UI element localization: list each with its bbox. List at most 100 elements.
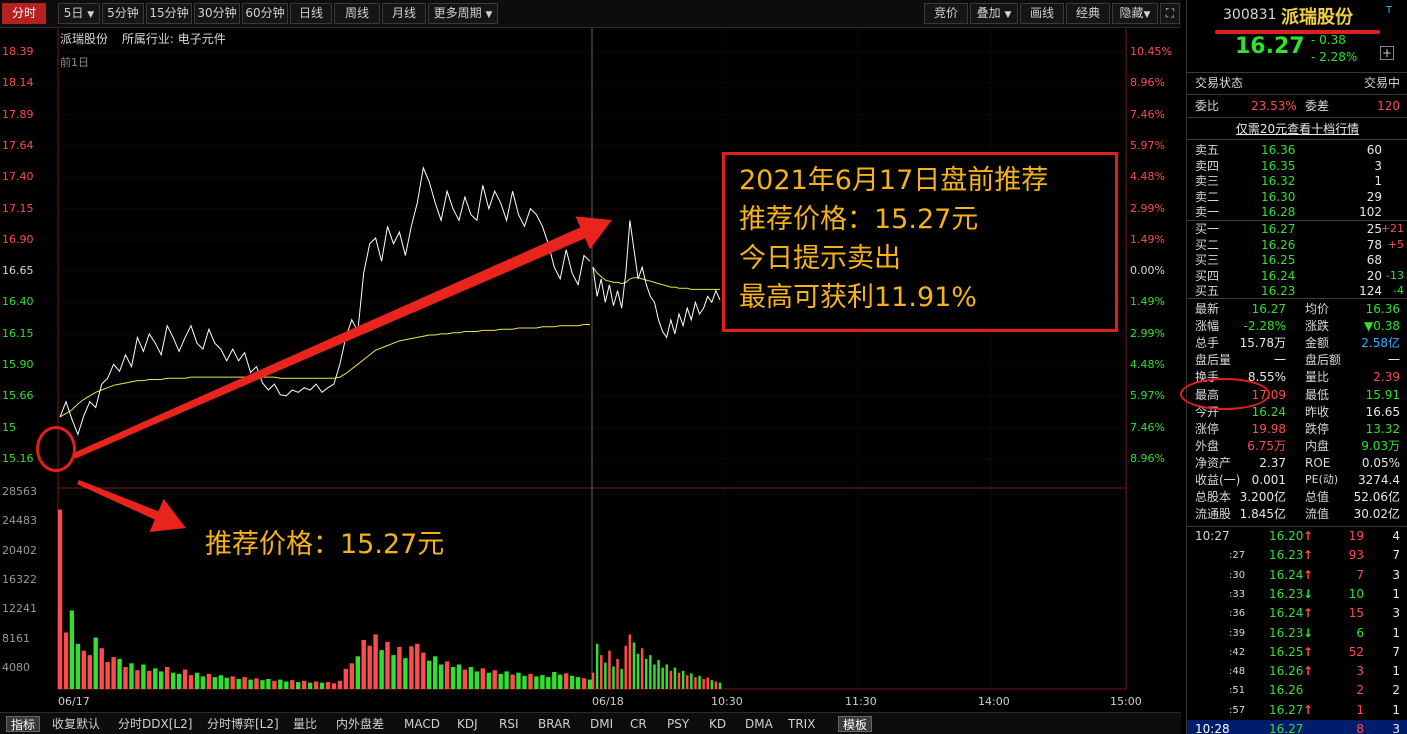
add-watchlist-icon[interactable]: + <box>1380 46 1394 60</box>
stat-label: 盘后量 <box>1195 353 1232 368</box>
tab-30min[interactable]: 30分钟 <box>194 3 240 24</box>
auction-button[interactable]: 竞价 <box>924 3 968 24</box>
tab-weekly[interactable]: 周线 <box>334 3 380 24</box>
volume-bar <box>702 679 705 689</box>
tick-volume: 1 <box>1356 702 1364 717</box>
volume-bar <box>218 675 223 689</box>
tick-row: :36 16.24 ↑ 15 3 <box>1187 604 1407 623</box>
tab-intraday[interactable]: 分时 <box>2 3 46 24</box>
tab-kd[interactable]: KD <box>709 716 726 732</box>
volume-bar <box>236 679 241 689</box>
tab-brar[interactable]: BRAR <box>538 716 571 732</box>
stat-row: 涨幅 -2.28% 涨跌 ▼0.38 <box>1187 318 1407 334</box>
volume-bar <box>450 667 456 689</box>
volume-bar <box>63 632 69 689</box>
volume-bar <box>194 672 200 689</box>
bid-row: 买五 16.23 124 -4 <box>1187 283 1407 299</box>
tab-volume-ratio[interactable]: 量比 <box>293 716 317 732</box>
draw-line-button[interactable]: 画线 <box>1020 3 1064 24</box>
price-tick-label: 16.90 <box>2 232 34 246</box>
stat-label: 收益(一) <box>1195 473 1241 487</box>
volume-bar <box>552 672 557 689</box>
tab-5min[interactable]: 5分钟 <box>102 3 144 24</box>
ask-price: 16.28 <box>1261 205 1296 219</box>
tab-inner-outer[interactable]: 内外盘差 <box>336 716 384 732</box>
percent-tick-label: 5.97% <box>1130 389 1165 403</box>
quote-panel: 300831 派瑞股份 T 16.27 - 0.38 - 2.28% + 交易状… <box>1186 0 1407 734</box>
tick-time: :51 <box>1229 685 1246 697</box>
stat-value: 一 <box>1273 353 1286 368</box>
bid-price: 16.25 <box>1261 253 1296 267</box>
tab-indicator[interactable]: 指标 <box>6 716 41 732</box>
volume-bar <box>379 650 384 689</box>
volume-bar <box>681 670 685 689</box>
overlay-button[interactable]: 叠加 ▼ <box>970 3 1018 24</box>
price-line <box>59 166 591 436</box>
ask-label: 卖二 <box>1195 189 1220 204</box>
volume-bar <box>718 682 722 689</box>
stat-value: 3.200亿 <box>1239 490 1286 505</box>
annotation-arrows <box>72 216 613 532</box>
ask-label: 卖三 <box>1195 174 1220 188</box>
stat-label: 总手 <box>1195 336 1220 351</box>
tick-price: 16.24 <box>1269 606 1304 621</box>
callout-line: 今日提示卖出 <box>739 243 901 274</box>
volume-bar <box>182 669 188 689</box>
tab-dma[interactable]: DMA <box>745 716 773 732</box>
volume-tick-label: 16322 <box>2 572 37 586</box>
divider <box>1187 117 1407 118</box>
tab-ddx[interactable]: 分时DDX[L2] <box>118 716 192 732</box>
stat-value: 30.02亿 <box>1353 507 1400 522</box>
price-lines <box>59 166 721 436</box>
volume-bar <box>290 680 295 689</box>
tab-trix[interactable]: TRIX <box>788 716 815 732</box>
price-line <box>592 220 721 339</box>
hide-button[interactable]: 隐藏▼ <box>1112 3 1158 24</box>
volume-bar <box>385 641 390 689</box>
volume-bar <box>657 660 660 689</box>
volume-bar <box>337 680 343 689</box>
tab-psy[interactable]: PSY <box>667 716 689 732</box>
tab-monthly[interactable]: 月线 <box>382 3 426 24</box>
bid-delta: -13 <box>1386 268 1404 282</box>
tab-game[interactable]: 分时博弈[L2] <box>207 716 279 732</box>
tab-cr[interactable]: CR <box>630 716 647 732</box>
volume-bar <box>147 670 152 689</box>
tab-restore-default[interactable]: 收复默认 <box>52 716 100 732</box>
tab-dmi[interactable]: DMI <box>590 716 613 732</box>
volume-bar <box>677 672 681 689</box>
avg-price-line <box>59 324 590 418</box>
volume-bar <box>558 674 563 689</box>
tick-volume: 10 <box>1348 586 1364 601</box>
t-flag: T <box>1386 5 1393 16</box>
volume-bar <box>176 673 182 689</box>
tab-template[interactable]: 模板 <box>838 716 873 732</box>
stat-label: 量比 <box>1305 370 1330 385</box>
tick-time: :48 <box>1229 666 1246 678</box>
stock-title: 派瑞股份 <box>1281 7 1353 28</box>
volume-bar <box>248 679 253 689</box>
depth-upgrade-link[interactable]: 仅需20元查看十档行情 <box>1187 120 1407 137</box>
tab-60min[interactable]: 60分钟 <box>242 3 288 24</box>
percent-tick-label: 10.45% <box>1130 45 1172 58</box>
fullscreen-icon[interactable]: ⛶ <box>1160 3 1180 24</box>
tab-5day[interactable]: 5日 ▼ <box>58 3 100 24</box>
stat-value: 19.98 <box>1251 421 1286 436</box>
tab-15min[interactable]: 15分钟 <box>146 3 192 24</box>
tick-price: 16.23 <box>1269 586 1304 601</box>
volume-bar <box>81 650 86 689</box>
intraday-chart[interactable] <box>0 28 1181 712</box>
tab-kdj[interactable]: KDJ <box>457 716 478 732</box>
tab-rsi[interactable]: RSI <box>499 716 519 732</box>
volume-bar <box>153 668 158 689</box>
volume-bar <box>569 675 575 689</box>
recommendation-callout: 2021年6月17日盘前推荐 推荐价格：15.27元 今日提示卖出 最高可获利1… <box>722 152 1118 332</box>
tab-macd[interactable]: MACD <box>404 716 440 732</box>
classic-button[interactable]: 经典 <box>1066 3 1110 24</box>
tick-count: 7 <box>1392 644 1400 659</box>
tab-more-periods[interactable]: 更多周期 ▼ <box>428 3 498 24</box>
bid-volume: 20 <box>1366 268 1382 283</box>
divider <box>1187 298 1407 299</box>
bid-label: 买一 <box>1195 222 1220 236</box>
tab-daily[interactable]: 日线 <box>290 3 332 24</box>
